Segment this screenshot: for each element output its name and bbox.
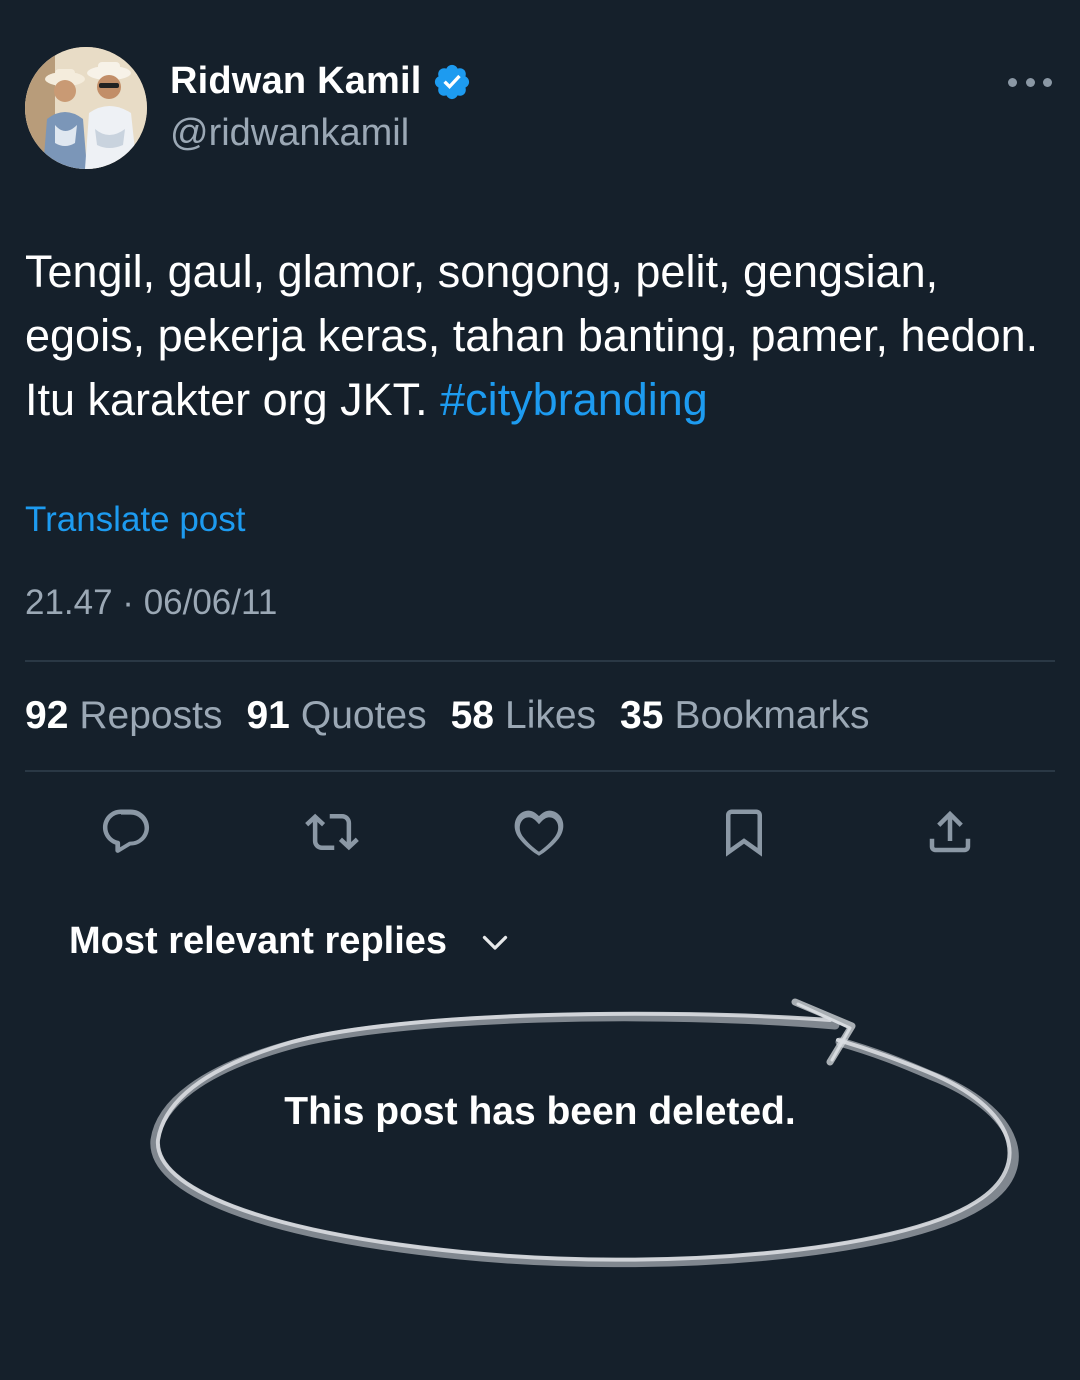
translate-post-link[interactable]: Translate post [25, 500, 245, 540]
chevron-down-icon [482, 935, 508, 950]
verified-badge-icon [432, 62, 472, 102]
share-icon [929, 810, 971, 853]
stat-likes[interactable]: 58 Likes [451, 694, 596, 738]
like-icon [514, 810, 564, 856]
reply-icon [102, 809, 150, 853]
action-bar [0, 800, 1080, 864]
stat-reposts[interactable]: 92 Reposts [25, 694, 222, 738]
more-options-icon[interactable] [1008, 70, 1052, 94]
stat-bookmarks[interactable]: 35 Bookmarks [620, 694, 869, 738]
avatar[interactable] [25, 47, 147, 169]
author-handle[interactable]: @ridwankamil [170, 112, 409, 155]
divider [25, 770, 1055, 772]
stat-quotes[interactable]: 91 Quotes [246, 694, 426, 738]
post-body: Tengil, gaul, glamor, songong, pelit, ge… [25, 240, 1045, 432]
hand-drawn-circle-annotation [150, 998, 1019, 1268]
bookmark-icon [726, 809, 762, 857]
hashtag-link[interactable]: #citybranding [440, 374, 708, 425]
post-detail-page: Ridwan Kamil @ridwankamil Tengil, gaul, … [0, 0, 1080, 1380]
reply-button[interactable] [94, 800, 158, 864]
post-stats: 92 Reposts 91 Quotes 58 Likes 35 Bookmarks [25, 694, 870, 738]
repost-icon [305, 813, 359, 851]
share-button[interactable] [918, 800, 982, 864]
divider [25, 660, 1055, 662]
bookmark-button[interactable] [712, 800, 776, 864]
replies-sort-dropdown[interactable]: Most relevant replies [69, 920, 513, 963]
profile-photo [25, 47, 147, 169]
replies-sort-label: Most relevant replies [69, 920, 448, 962]
deleted-post-notice: This post has been deleted. [284, 1090, 796, 1133]
post-timestamp[interactable]: 21.47 · 06/06/11 [25, 583, 277, 623]
author-name-row[interactable]: Ridwan Kamil [170, 60, 472, 103]
repost-button[interactable] [300, 800, 364, 864]
like-button[interactable] [507, 800, 571, 864]
display-name[interactable]: Ridwan Kamil [170, 60, 422, 103]
